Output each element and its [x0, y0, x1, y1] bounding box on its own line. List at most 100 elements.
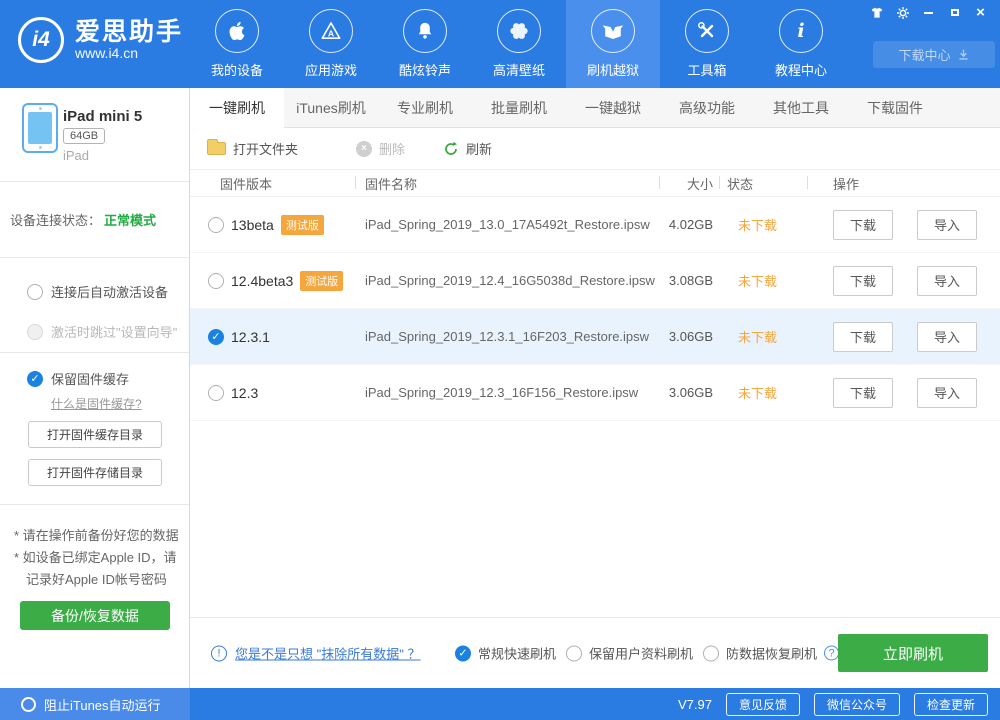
firmware-row-selected[interactable]: 12.3.1 iPad_Spring_2019_12.3.1_16F203_Re…	[190, 309, 1000, 365]
feedback-button[interactable]: 意见反馈	[725, 692, 800, 716]
firmware-toolbar: 打开文件夹 × 删除 刷新	[190, 128, 1000, 170]
import-button[interactable]: 导入	[917, 377, 977, 408]
open-cache-dir-button[interactable]: 打开固件缓存目录	[28, 421, 162, 448]
download-button[interactable]: 下载	[833, 265, 893, 296]
minimize-button[interactable]	[921, 5, 936, 20]
auto-activate-radio[interactable]	[27, 283, 43, 300]
app-url: www.i4.cn	[75, 45, 139, 61]
open-folder-button[interactable]: 打开文件夹	[207, 139, 298, 158]
nav-apps-games[interactable]: A 应用游戏	[284, 0, 378, 88]
delete-button[interactable]: × 删除	[356, 139, 405, 158]
mode-anti-recovery-flash[interactable]: 防数据恢复刷机	[703, 644, 817, 663]
check-update-button[interactable]: 检查更新	[913, 692, 988, 716]
open-storage-dir-button[interactable]: 打开固件存储目录	[28, 459, 162, 486]
firmware-size: 4.02GB	[668, 217, 713, 232]
help-icon[interactable]: ?	[824, 645, 840, 661]
download-button[interactable]: 下载	[833, 209, 893, 240]
keep-cache-checkbox[interactable]	[27, 370, 43, 387]
firmware-size: 3.08GB	[668, 273, 713, 288]
flash-now-button[interactable]: 立即刷机	[838, 634, 988, 672]
col-action: 操作	[833, 176, 860, 192]
mode-fast-flash[interactable]: 常规快速刷机	[455, 644, 556, 663]
tab-itunes-flash[interactable]: iTunes刷机	[284, 88, 378, 128]
connection-label: 设备连接状态：	[10, 213, 102, 228]
nav-label: 教程中心	[774, 63, 827, 78]
device-family: iPad	[63, 148, 90, 163]
wechat-button[interactable]: 微信公众号	[813, 692, 900, 716]
download-center-label: 下载中心	[898, 48, 951, 63]
download-button[interactable]: 下载	[833, 377, 893, 408]
tab-one-click-flash[interactable]: 一键刷机	[190, 88, 284, 128]
download-button[interactable]: 下载	[833, 321, 893, 352]
import-button[interactable]: 导入	[917, 321, 977, 352]
nav-label: 高清壁纸	[492, 63, 545, 78]
device-sidebar: iPad mini 5 64GB iPad 设备连接状态： 正常模式 连接后自动…	[0, 88, 190, 688]
tab-download-firmware[interactable]: 下载固件	[848, 88, 942, 128]
close-button[interactable]: ×	[973, 5, 988, 20]
firmware-select-radio[interactable]	[208, 272, 224, 289]
nav-tutorials[interactable]: i 教程中心	[754, 0, 848, 88]
tab-other-tools[interactable]: 其他工具	[754, 88, 848, 128]
import-button[interactable]: 导入	[917, 265, 977, 296]
auto-activate-option[interactable]: 连接后自动激活设备	[27, 282, 189, 301]
nav-ringtones[interactable]: 酷炫铃声	[378, 0, 472, 88]
warning-icon: !	[211, 645, 227, 661]
beta-badge: 测试版	[300, 270, 344, 291]
skin-theme-icon[interactable]	[869, 5, 884, 20]
mode-fast-radio[interactable]	[455, 645, 471, 661]
firmware-row[interactable]: 13beta 测试版 iPad_Spring_2019_13.0_17A5492…	[190, 197, 1000, 253]
tools-icon	[685, 9, 729, 53]
col-size: 大小	[686, 176, 713, 192]
activation-options-section: 连接后自动激活设备 激活时跳过"设置向导"	[0, 258, 189, 353]
refresh-button[interactable]: 刷新	[443, 139, 492, 158]
firmware-version: 12.3	[231, 384, 259, 401]
mode-keep-radio[interactable]	[566, 645, 583, 661]
tab-advanced[interactable]: 高级功能	[660, 88, 754, 128]
connection-status-section: 设备连接状态： 正常模式	[0, 182, 189, 258]
block-itunes-toggle[interactable]: 阻止iTunes自动运行	[0, 688, 190, 720]
block-itunes-radio[interactable]	[21, 696, 36, 712]
app-logo: i4 爱思助手 www.i4.cn	[18, 17, 183, 63]
firmware-version: 13beta	[231, 216, 274, 233]
firmware-select-radio[interactable]	[208, 216, 224, 233]
mode-keep-data-flash[interactable]: 保留用户资料刷机	[566, 644, 693, 663]
firmware-select-radio[interactable]	[208, 384, 224, 401]
app-title: 爱思助手	[75, 18, 184, 46]
svg-text:A: A	[328, 28, 335, 38]
backup-note-3: 记录好Apple ID帐号密码	[26, 572, 167, 587]
bell-icon	[403, 9, 447, 53]
firmware-status: 未下载	[738, 218, 778, 233]
tab-one-click-jailbreak[interactable]: 一键越狱	[566, 88, 660, 128]
device-name: iPad mini 5	[63, 108, 143, 125]
import-button[interactable]: 导入	[917, 209, 977, 240]
nav-flash-jailbreak[interactable]: 刷机越狱	[566, 0, 660, 88]
tab-batch-flash[interactable]: 批量刷机	[472, 88, 566, 128]
folder-icon	[207, 139, 226, 155]
nav-wallpapers[interactable]: 高清壁纸	[472, 0, 566, 88]
nav-toolbox[interactable]: 工具箱	[660, 0, 754, 88]
backup-note-1: * 请在操作前备份好您的数据	[14, 528, 179, 543]
nav-label: 工具箱	[687, 63, 727, 78]
tab-pro-flash[interactable]: 专业刷机	[378, 88, 472, 128]
download-center-button[interactable]: 下载中心	[873, 41, 995, 68]
status-bar: V7.97 意见反馈 微信公众号 检查更新	[190, 688, 1000, 720]
firmware-row[interactable]: 12.3 iPad_Spring_2019_12.3_16F156_Restor…	[190, 365, 1000, 421]
skip-wizard-label: 激活时跳过"设置向导"	[51, 325, 178, 340]
erase-all-data-link[interactable]: ! 您是不是只想 "抹除所有数据" ？	[211, 644, 420, 663]
delete-icon: ×	[356, 140, 373, 157]
mode-secure-radio[interactable]	[703, 645, 720, 661]
col-firmware-name: 固件名称	[365, 176, 418, 192]
col-firmware-version: 固件版本	[220, 176, 273, 192]
firmware-row[interactable]: 12.4beta3 测试版 iPad_Spring_2019_12.4_16G5…	[190, 253, 1000, 309]
open-folder-label: 打开文件夹	[233, 142, 299, 157]
nav-my-devices[interactable]: 我的设备	[190, 0, 284, 88]
maximize-button[interactable]	[947, 5, 962, 20]
flash-mode-options: 常规快速刷机 保留用户资料刷机 防数据恢复刷机 ?	[455, 644, 840, 663]
keep-cache-option[interactable]: 保留固件缓存	[27, 369, 129, 388]
firmware-size: 3.06GB	[668, 329, 713, 344]
backup-restore-button[interactable]: 备份/恢复数据	[20, 601, 170, 630]
firmware-select-radio[interactable]	[208, 328, 224, 345]
window-controls: ×	[869, 5, 988, 20]
what-is-cache-link[interactable]: 什么是固件缓存?	[51, 395, 142, 412]
settings-gear-icon[interactable]	[895, 5, 910, 20]
